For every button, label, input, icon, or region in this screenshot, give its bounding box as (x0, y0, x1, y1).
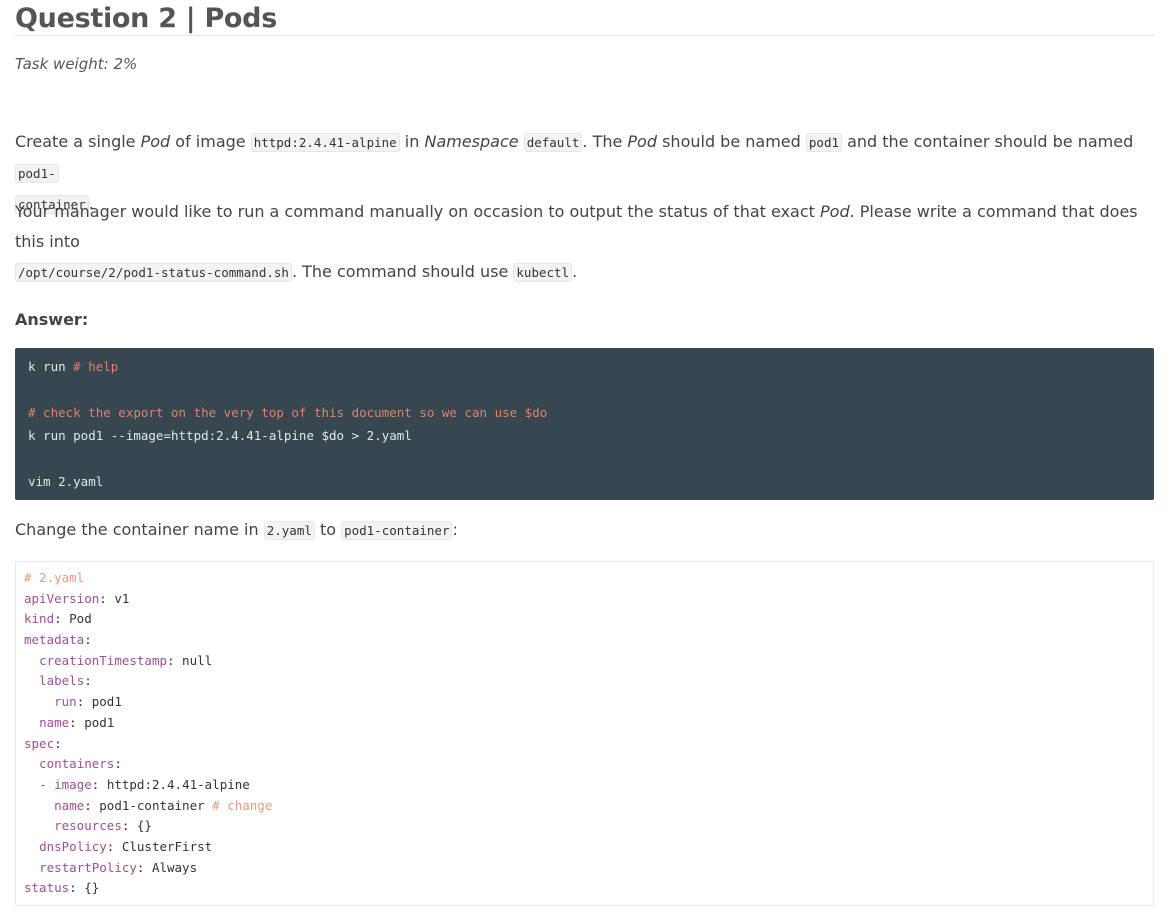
emphasis: Pod (820, 202, 850, 221)
yaml-key: containers (39, 756, 115, 772)
inline-code-image: httpd:2.4.41-alpine (250, 133, 400, 152)
yaml-key: metadata (24, 632, 85, 648)
yaml-value: : (84, 673, 92, 689)
yaml-key: resources (54, 818, 122, 834)
yaml-line: name: pod1 (24, 713, 1153, 734)
yaml-line: - image: httpd:2.4.41-alpine (24, 775, 1153, 796)
text: to (314, 520, 342, 539)
yaml-comment: # 2.yaml (24, 570, 85, 585)
yaml-line: spec: (24, 734, 1153, 755)
yaml-key: creationTimestamp (39, 652, 167, 668)
yaml-code-block[interactable]: # 2.yaml apiVersion: v1 kind: Pod metada… (15, 561, 1154, 906)
text: . The command should use (291, 262, 514, 281)
yaml-line: metadata: (24, 630, 1153, 651)
inline-code-yaml-file: 2.yaml (263, 521, 315, 540)
code-comment: # help (73, 359, 119, 374)
yaml-value: : {} (69, 880, 100, 896)
text: : (452, 520, 458, 539)
text: Change the container name in (15, 520, 264, 539)
yaml-value: : ClusterFirst (106, 838, 213, 854)
yaml-dash: - (39, 776, 55, 792)
yaml-value: : v1 (99, 590, 130, 606)
task-weight: Task weight: 2% (15, 55, 138, 73)
yaml-key: labels (39, 673, 85, 689)
yaml-value: : (114, 756, 122, 772)
yaml-line: apiVersion: v1 (24, 589, 1153, 610)
text: should be named (657, 132, 806, 151)
yaml-value: : pod1-container (84, 797, 213, 813)
yaml-key: name (39, 714, 70, 730)
inline-code-script-path: /opt/course/2/pod1-status-command.sh (15, 263, 292, 282)
code-text: k run (28, 359, 74, 374)
yaml-line: resources: {} (24, 816, 1153, 837)
yaml-line: containers: (24, 754, 1153, 775)
inline-code-kubectl: kubectl (513, 263, 573, 282)
yaml-key: apiVersion (24, 590, 100, 606)
yaml-value: : (54, 735, 62, 751)
yaml-key: image (54, 776, 92, 792)
text: and the container should be named (842, 132, 1134, 151)
yaml-value: : pod1 (76, 694, 122, 710)
code-line: k run pod1 --image=httpd:2.4.41-alpine $… (28, 428, 412, 443)
emphasis: Namespace (424, 132, 519, 151)
text: Create a single (15, 132, 141, 151)
page-title: Question 2 | Pods (15, 0, 1155, 36)
yaml-line: dnsPolicy: ClusterFirst (24, 837, 1153, 858)
yaml-line: restartPolicy: Always (24, 858, 1153, 879)
yaml-key: name (54, 797, 85, 813)
yaml-key: kind (24, 611, 55, 627)
yaml-value: : Pod (54, 611, 92, 627)
answer-heading: Answer: (15, 310, 89, 329)
inline-code-namespace: default (523, 133, 583, 152)
yaml-line: kind: Pod (24, 609, 1153, 630)
change-instruction: Change the container name in 2.yaml to p… (15, 515, 458, 546)
emphasis: Pod (627, 132, 657, 151)
yaml-key: restartPolicy (39, 859, 137, 875)
yaml-line: labels: (24, 671, 1153, 692)
emphasis: Pod (140, 132, 171, 151)
code-line: vim 2.yaml (28, 474, 104, 489)
yaml-comment: # change (212, 797, 273, 813)
task-paragraph-2: Your manager would like to run a command… (15, 197, 1145, 288)
yaml-value: : null (167, 652, 213, 668)
code-line: k run # help (28, 355, 1154, 378)
yaml-key: spec (24, 735, 55, 751)
text (519, 132, 524, 151)
yaml-key: run (54, 694, 77, 710)
inline-code-container-name: pod1-container (341, 521, 453, 540)
yaml-value: : (84, 632, 92, 648)
yaml-value: : httpd:2.4.41-alpine (91, 776, 250, 792)
text: . (572, 262, 578, 281)
text: in (399, 132, 425, 151)
code-comment: # check the export on the very top of th… (28, 405, 548, 420)
yaml-line: run: pod1 (24, 692, 1153, 713)
yaml-value: : {} (121, 818, 152, 834)
yaml-value: : Always (136, 859, 198, 875)
yaml-key: status (24, 880, 70, 896)
inline-code-pod-name: pod1 (805, 133, 842, 152)
text: of image (170, 132, 251, 151)
yaml-line: creationTimestamp: null (24, 651, 1153, 672)
yaml-value: : pod1 (69, 714, 115, 730)
text: . The (582, 132, 628, 151)
inline-code-container-name: pod1- (15, 164, 59, 183)
yaml-line: name: pod1-container # change (24, 796, 1153, 817)
shell-code-block[interactable]: k run # help # check the export on the v… (15, 348, 1154, 500)
text: Your manager would like to run a command… (15, 202, 820, 221)
yaml-key: dnsPolicy (39, 838, 107, 854)
question-page: Question 2 | Pods Task weight: 2% Create… (15, 0, 1155, 906)
yaml-line: status: {} (24, 878, 1153, 899)
